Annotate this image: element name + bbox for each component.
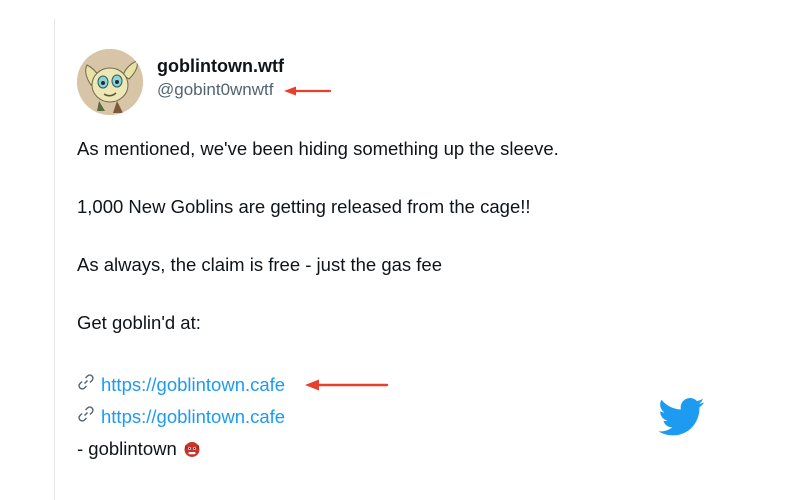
tweet-body: As mentioned, we've been hiding somethin…: [77, 137, 737, 465]
tweet-card: goblintown.wtf @gobint0wnwtf As mentione…: [54, 18, 775, 500]
author-display-name[interactable]: goblintown.wtf: [157, 55, 332, 77]
link-icon: [77, 373, 101, 398]
annotation-arrow-icon: [305, 379, 389, 391]
twitter-bird-icon[interactable]: [658, 397, 705, 437]
author-handle[interactable]: @gobint0wnwtf: [157, 79, 274, 101]
author-handle-row: @gobint0wnwtf: [157, 79, 332, 101]
avatar[interactable]: [77, 49, 143, 115]
signature-row: - goblintown: [77, 433, 737, 465]
tweet-signature: - goblintown: [77, 438, 177, 459]
annotation-arrow-icon: [283, 86, 331, 96]
link-icon: [77, 405, 101, 430]
tweet-text-line: As always, the claim is free - just the …: [77, 254, 443, 275]
link-row: https://goblintown.cafe: [77, 369, 737, 401]
tweet-link[interactable]: https://goblintown.cafe: [101, 373, 285, 397]
tweet-text-line: Get goblin'd at:: [77, 312, 201, 333]
goblin-face-emoji-icon: [183, 440, 201, 458]
tweet-text-line: As mentioned, we've been hiding somethin…: [77, 138, 559, 159]
page: goblintown.wtf @gobint0wnwtf As mentione…: [0, 0, 800, 500]
goblin-avatar-icon: [77, 49, 143, 115]
tweet-links: https://goblintown.cafe https://goblinto…: [77, 369, 737, 465]
tweet-link[interactable]: https://goblintown.cafe: [101, 405, 285, 429]
tweet-text-line: 1,000 New Goblins are getting released f…: [77, 196, 531, 217]
link-row: https://goblintown.cafe: [77, 401, 737, 433]
tweet-author: goblintown.wtf @gobint0wnwtf: [157, 55, 332, 101]
